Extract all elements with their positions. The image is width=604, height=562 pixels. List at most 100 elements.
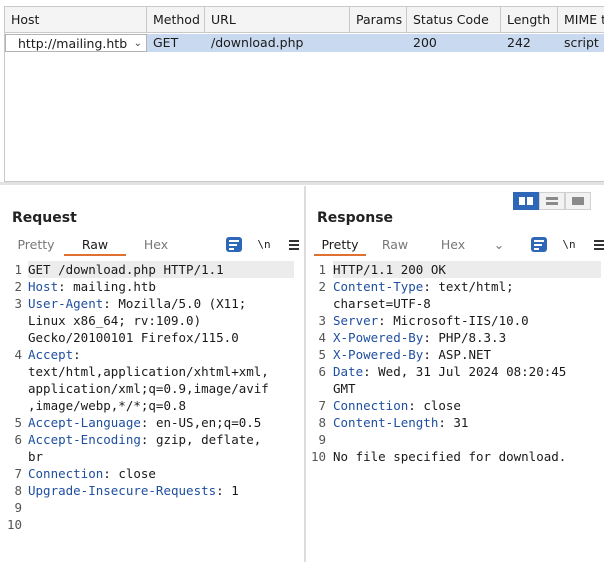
- column-params[interactable]: Params: [350, 7, 407, 32]
- length-cell[interactable]: 242: [501, 34, 558, 52]
- request-pane: Request Pretty Raw Hex \n 1 2 3 4 5 6 7 8 9 10 GE…: [0, 186, 304, 562]
- header-value: br: [28, 449, 44, 464]
- line-number: [306, 295, 326, 312]
- request-tabs: Pretty Raw Hex: [8, 235, 186, 256]
- column-host[interactable]: Host: [5, 7, 147, 32]
- line-number: 3: [318, 313, 326, 328]
- response-code[interactable]: HTTP/1.1 200 OK Content-Type: text/html; c…: [333, 261, 601, 465]
- request-tab-hex[interactable]: Hex: [126, 235, 186, 256]
- code-line: br: [28, 448, 294, 465]
- hamburger-menu-icon: [594, 239, 604, 250]
- header-value: No file specified for download.: [333, 449, 567, 464]
- line-number: 6: [14, 432, 22, 447]
- column-length[interactable]: Length: [501, 7, 558, 32]
- header-value: : gzip, deflate,: [140, 432, 262, 447]
- response-tab-hex[interactable]: Hex: [424, 235, 482, 256]
- header-value: charset=UTF-8: [333, 296, 431, 311]
- column-url[interactable]: URL: [205, 7, 350, 32]
- newline-toggle-icon: \n: [257, 238, 271, 251]
- newline-toggle-button[interactable]: \n: [554, 236, 584, 253]
- line-number: [0, 312, 22, 329]
- header-value: : PHP/8.3.3: [423, 330, 507, 345]
- params-cell[interactable]: [350, 34, 407, 52]
- line-number: [0, 363, 22, 380]
- request-toolbar: \n: [219, 236, 309, 253]
- word-wrap-icon: [531, 237, 547, 252]
- line-number: 1: [14, 262, 22, 277]
- column-status-code[interactable]: Status Code: [407, 7, 501, 32]
- line-number: 8: [14, 483, 22, 498]
- code-line: GET /download.php HTTP/1.1: [28, 261, 294, 278]
- line-number: [306, 380, 326, 397]
- header-key: Accept-Language: [28, 415, 141, 430]
- line-number: 9: [14, 500, 22, 515]
- line-number: 7: [14, 466, 22, 481]
- column-mime-type[interactable]: MIME t: [558, 7, 604, 32]
- header-key: Connection: [28, 466, 104, 481]
- line-number: 6: [318, 364, 326, 379]
- header-key: Upgrade-Insecure-Requests: [28, 483, 217, 498]
- method-cell[interactable]: GET: [147, 34, 205, 52]
- code-line: Gecko/20100101 Firefox/115.0: [28, 329, 294, 346]
- url-cell[interactable]: /download.php: [205, 34, 350, 52]
- header-key: Connection: [333, 398, 409, 413]
- header-value: Gecko/20100101 Firefox/115.0: [28, 330, 239, 345]
- header-key: Accept-Encoding: [28, 432, 141, 447]
- line-number: 4: [318, 330, 326, 345]
- response-tab-pretty[interactable]: Pretty: [314, 235, 366, 256]
- host-filter-select[interactable]: http://mailing.htb ⌄: [5, 34, 147, 52]
- line-number: 9: [318, 432, 326, 447]
- header-value: GET /download.php HTTP/1.1: [28, 262, 224, 277]
- chevron-down-icon[interactable]: ⌄: [128, 35, 142, 51]
- status-code-cell[interactable]: 200: [407, 34, 501, 52]
- header-key: Content-Length: [333, 415, 439, 430]
- line-number: 8: [318, 415, 326, 430]
- table-row[interactable]: http://mailing.htb ⌄ GET /download.php 20…: [5, 34, 604, 52]
- request-tab-pretty[interactable]: Pretty: [8, 235, 64, 256]
- header-value: : close: [408, 398, 461, 413]
- line-number: 2: [318, 279, 326, 294]
- header-value: :: [73, 347, 81, 362]
- table-header: Host Method URL Params Status Code Lengt…: [5, 7, 604, 33]
- code-line: X-Powered-By: ASP.NET: [333, 346, 601, 363]
- header-value: : en-US,en;q=0.5: [140, 415, 262, 430]
- line-number: 10: [6, 517, 22, 532]
- line-number: 5: [14, 415, 22, 430]
- response-pane: Response Pretty Raw Hex ⌄ \n 1 2 3 4 5 6 7 8 9 10…: [306, 186, 604, 562]
- header-value: : ASP.NET: [423, 347, 492, 362]
- code-line: Host: mailing.htb: [28, 278, 294, 295]
- code-line: Accept:: [28, 346, 294, 363]
- header-key: Host: [28, 279, 59, 294]
- header-value: ,image/webp,*/*;q=0.8: [28, 398, 187, 413]
- word-wrap-button[interactable]: [524, 236, 554, 253]
- newline-toggle-button[interactable]: \n: [249, 236, 279, 253]
- header-value: : 31: [438, 415, 469, 430]
- chevron-down-icon: ⌄: [493, 237, 505, 252]
- request-tab-raw[interactable]: Raw: [64, 235, 126, 256]
- code-line: Content-Length: 31: [333, 414, 601, 431]
- line-number: 3: [14, 296, 22, 311]
- code-line: User-Agent: Mozilla/5.0 (X11;: [28, 295, 294, 312]
- response-view-dropdown[interactable]: ⌄: [482, 235, 512, 256]
- http-history-table: Host Method URL Params Status Code Lengt…: [4, 6, 604, 182]
- header-key: X-Powered-By: [333, 330, 424, 345]
- header-key: Content-Type: [333, 279, 424, 294]
- request-code[interactable]: GET /download.php HTTP/1.1 Host: mailing.…: [28, 261, 294, 533]
- word-wrap-button[interactable]: [219, 236, 249, 253]
- panel-resize-divider[interactable]: [0, 182, 604, 185]
- mime-type-cell[interactable]: script: [558, 34, 604, 52]
- response-tab-raw[interactable]: Raw: [366, 235, 424, 256]
- request-title: Request: [12, 210, 77, 226]
- column-method[interactable]: Method: [147, 7, 205, 32]
- code-line: Content-Type: text/html;: [333, 278, 601, 295]
- line-number: 2: [14, 279, 22, 294]
- line-number: 4: [14, 347, 22, 362]
- line-number-gutter: 1 2 3 4 5 6 7 8 9 10: [306, 261, 326, 465]
- header-value: : Mozilla/5.0 (X11;: [103, 296, 247, 311]
- line-number: 10: [310, 449, 326, 464]
- response-menu-button[interactable]: [584, 236, 604, 253]
- code-line: Server: Microsoft-IIS/10.0: [333, 312, 601, 329]
